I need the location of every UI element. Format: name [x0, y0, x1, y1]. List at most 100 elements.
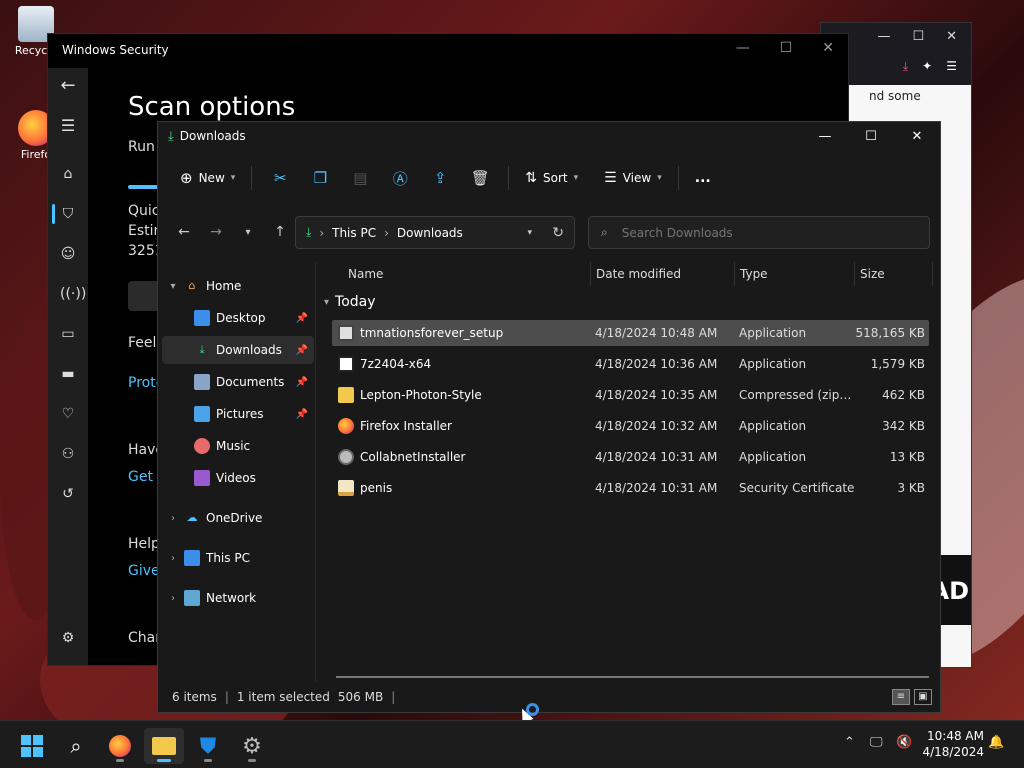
maximize-icon[interactable]: ☐ — [848, 122, 894, 150]
back-arrow-icon[interactable]: ← — [168, 224, 200, 240]
maximize-icon[interactable]: ☐ — [780, 40, 793, 56]
file-row[interactable]: penis 4/18/2024 10:31 AM Security Certif… — [332, 475, 929, 501]
sort-button[interactable]: ⇅ Sort ▾ — [517, 162, 586, 194]
security-link[interactable]: Give — [128, 563, 160, 579]
show-hidden-icons-chevron-icon[interactable]: ⌃ — [844, 735, 855, 750]
more-options-button[interactable]: ... — [687, 162, 719, 194]
new-button[interactable]: ⊕ New ▾ — [172, 162, 243, 194]
start-button[interactable] — [12, 728, 52, 764]
system-clock[interactable]: 10:48 AM 4/18/2024 — [922, 728, 984, 760]
chevron-down-icon[interactable]: ▾ — [162, 281, 184, 292]
column-header-date[interactable]: Date modified — [596, 262, 681, 286]
taskbar-settings[interactable]: ⚙ — [232, 728, 272, 764]
chevron-right-icon[interactable]: › — [162, 553, 184, 564]
back-arrow-icon[interactable]: ← — [60, 77, 76, 95]
settings-gear-icon[interactable]: ⚙ — [60, 630, 76, 646]
nav-item-label: OneDrive — [206, 511, 263, 525]
menu-icon[interactable]: ☰ — [946, 59, 957, 73]
minimize-icon[interactable]: — — [736, 40, 750, 56]
file-date: 4/18/2024 10:31 AM — [595, 481, 718, 495]
file-row[interactable]: Lepton-Photon-Style 4/18/2024 10:35 AM C… — [332, 382, 929, 408]
column-header-type[interactable]: Type — [740, 262, 768, 286]
speaker-muted-icon[interactable]: 🔇 — [896, 735, 912, 750]
firefox-icon — [109, 735, 131, 757]
minimize-icon[interactable]: — — [802, 122, 848, 150]
network-wired-icon[interactable]: 🖵 — [870, 735, 883, 750]
nav-item-pictures[interactable]: Pictures 📌 — [162, 400, 314, 428]
share-icon[interactable]: ⇪ — [420, 162, 460, 194]
app-browser-icon[interactable]: ▭ — [60, 326, 76, 342]
file-type: Application — [739, 450, 807, 464]
chevron-right-icon[interactable]: › — [162, 513, 184, 524]
account-icon[interactable]: ☺ — [60, 246, 76, 262]
home-icon[interactable]: ⌂ — [60, 166, 76, 182]
tiles-view-icon[interactable]: ▣ — [914, 689, 932, 705]
column-header-name[interactable]: Name — [348, 262, 383, 286]
shield-icon[interactable]: ⛉ — [60, 206, 76, 222]
delete-icon[interactable]: 🗑 — [460, 162, 500, 194]
file-row[interactable]: Firefox Installer 4/18/2024 10:32 AM App… — [332, 413, 929, 439]
close-icon[interactable]: ✕ — [894, 122, 940, 150]
cut-icon[interactable]: ✂ — [260, 162, 300, 194]
nav-item-documents[interactable]: Documents 📌 — [162, 368, 314, 396]
breadcrumb-downloads[interactable]: Downloads — [397, 226, 463, 240]
file-explorer-window[interactable]: ⤓ Downloads — ☐ ✕ ⊕ New ▾ ✂ ❐ ▤ Ⓐ ⇪ 🗑 ⇅ … — [157, 121, 941, 713]
nav-item-this-pc[interactable]: › This PC — [162, 544, 314, 572]
refresh-icon[interactable]: ↻ — [552, 225, 564, 241]
up-arrow-icon[interactable]: ↑ — [264, 224, 296, 240]
group-header[interactable]: ▾ Today — [324, 294, 376, 310]
file-type: Application — [739, 326, 807, 340]
chevron-down-icon[interactable]: ▾ — [527, 228, 532, 238]
download-icon[interactable]: ⤓ — [903, 59, 908, 74]
file-row[interactable]: tmnationsforever_setup 4/18/2024 10:48 A… — [332, 320, 929, 346]
view-button[interactable]: ☰ View ▾ — [596, 162, 670, 194]
notification-icon[interactable]: 🔔 — [988, 735, 1004, 750]
taskbar-search-button[interactable]: ⌕ — [56, 728, 96, 764]
file-size: 13 KB — [889, 450, 925, 464]
rename-icon[interactable]: Ⓐ — [380, 162, 420, 194]
hamburger-menu-icon[interactable]: ☰ — [60, 118, 76, 134]
nav-item-home[interactable]: ▾ ⌂ Home — [162, 272, 314, 300]
taskbar-windows-security[interactable]: ⛊ — [188, 728, 228, 764]
extensions-icon[interactable]: ✦ — [922, 59, 932, 73]
health-icon[interactable]: ♡ — [60, 406, 76, 422]
family-icon[interactable]: ⚇ — [60, 446, 76, 462]
address-bar[interactable]: ⤓ › This PC › Downloads ▾ ↻ — [295, 216, 575, 249]
horizontal-scrollbar[interactable] — [336, 676, 929, 678]
nav-item-music[interactable]: Music — [162, 432, 314, 460]
close-icon[interactable]: ✕ — [822, 40, 834, 56]
network-icon[interactable]: ((·)) — [60, 286, 86, 302]
details-view-icon[interactable]: ≡ — [892, 689, 910, 705]
file-row[interactable]: CollabnetInstaller 4/18/2024 10:31 AM Ap… — [332, 444, 929, 470]
recent-chevron-icon[interactable]: ▾ — [232, 227, 264, 238]
nav-item-onedrive[interactable]: › ☁ OneDrive — [162, 504, 314, 532]
taskbar-firefox[interactable] — [100, 728, 140, 764]
close-icon[interactable]: ✕ — [946, 29, 957, 44]
copy-icon[interactable]: ❐ — [300, 162, 340, 194]
this-pc-icon — [184, 550, 200, 566]
file-row[interactable]: 7z2404-x64 4/18/2024 10:36 AM Applicatio… — [332, 351, 929, 377]
paste-icon[interactable]: ▤ — [340, 162, 380, 194]
documents-icon — [194, 374, 210, 390]
item-count: 6 items — [172, 690, 217, 704]
scan-button[interactable] — [128, 281, 160, 311]
forward-arrow-icon[interactable]: → — [200, 224, 232, 240]
column-header-size[interactable]: Size — [860, 262, 885, 286]
nav-item-videos[interactable]: Videos — [162, 464, 314, 492]
history-icon[interactable]: ↺ — [60, 486, 76, 502]
maximize-icon[interactable]: ☐ — [912, 29, 924, 44]
certificate-icon — [338, 480, 354, 496]
nav-item-desktop[interactable]: Desktop 📌 — [162, 304, 314, 332]
search-box[interactable]: ⌕ — [588, 216, 930, 249]
nav-item-network[interactable]: › Network — [162, 584, 314, 612]
breadcrumb-this-pc[interactable]: This PC — [332, 226, 376, 240]
search-input[interactable] — [621, 225, 902, 240]
downloads-icon: ⤓ — [199, 343, 205, 356]
pin-icon: 📌 — [295, 376, 308, 388]
nav-item-downloads[interactable]: ⤓ Downloads 📌 — [162, 336, 314, 364]
file-name: Firefox Installer — [360, 419, 452, 433]
device-security-icon[interactable]: ▬ — [60, 366, 76, 382]
chevron-right-icon[interactable]: › — [162, 593, 184, 604]
minimize-icon[interactable]: — — [877, 29, 890, 44]
taskbar-file-explorer[interactable] — [144, 728, 184, 764]
